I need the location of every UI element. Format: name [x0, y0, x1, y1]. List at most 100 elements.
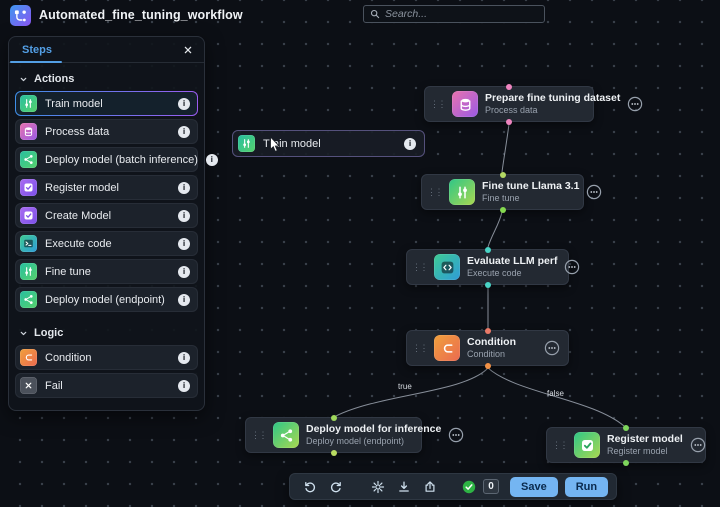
steps-item-fine-tune[interactable]: Fine tunei [15, 259, 198, 284]
node-register-model[interactable]: ⋮⋮ Register modelRegister model [546, 427, 706, 463]
ellipsis-menu-button[interactable] [690, 437, 706, 453]
export-button[interactable] [418, 476, 441, 497]
bottom-toolbar: 0 Save Run [289, 473, 617, 500]
output-handle[interactable] [500, 207, 506, 213]
node-evaluate-llm[interactable]: ⋮⋮Evaluate LLM perfExecute code [406, 249, 569, 285]
check-square-icon [574, 432, 600, 458]
download-icon [397, 480, 411, 494]
input-handle[interactable] [623, 425, 629, 431]
branch-icon [20, 349, 37, 366]
node-title: Fine tune Llama 3.1 [482, 180, 579, 194]
output-handle[interactable] [623, 460, 629, 466]
redo-button[interactable] [324, 476, 347, 497]
input-handle[interactable] [500, 172, 506, 178]
drag-handle-icon[interactable]: ⋮⋮ [430, 100, 445, 109]
steps-item-fail[interactable]: Faili [15, 373, 198, 398]
sliders-icon [449, 179, 475, 205]
save-button[interactable]: Save [510, 477, 558, 497]
check-square-icon [20, 179, 37, 196]
close-icon[interactable] [181, 43, 195, 57]
title-bar: Automated_fine_tuning_workflow [0, 0, 243, 30]
drag-handle-icon[interactable]: ⋮⋮ [251, 431, 266, 440]
info-icon[interactable]: i [178, 98, 190, 110]
item-label: Train model [45, 98, 103, 110]
steps-item-deploy-model-batch-inference[interactable]: Deploy model (batch inference)i [15, 147, 198, 172]
chevron-down-icon [19, 329, 28, 338]
input-handle[interactable] [485, 328, 491, 334]
section-logic[interactable]: Logic [19, 327, 194, 339]
steps-item-create-model[interactable]: Create Modeli [15, 203, 198, 228]
tab-steps[interactable]: Steps [9, 44, 52, 56]
sliders-icon [20, 95, 37, 112]
page-title: Automated_fine_tuning_workflow [39, 8, 243, 22]
export-icon [423, 480, 437, 494]
workflow-app-icon [10, 5, 31, 26]
node-subtitle: Register model [607, 446, 683, 457]
section-label: Logic [34, 327, 63, 339]
output-handle[interactable] [506, 119, 512, 125]
node-prepare-dataset[interactable]: ⋮⋮Prepare fine tuning datasetProcess dat… [424, 86, 594, 122]
ellipsis-menu-button[interactable] [627, 96, 643, 112]
run-button[interactable]: Run [565, 477, 608, 497]
drag-handle-icon[interactable]: ⋮⋮ [412, 263, 427, 272]
info-icon[interactable]: i [206, 154, 218, 166]
node-subtitle: Execute code [467, 268, 557, 279]
info-icon[interactable]: i [178, 182, 190, 194]
edge-label-true: true [398, 382, 412, 391]
node-title: Register model [607, 433, 683, 447]
info-icon[interactable]: i [178, 210, 190, 222]
edge-finetune-to-evaluate [488, 212, 502, 247]
steps-sections: ActionsTrain modeliProcess dataiDeploy m… [9, 73, 204, 398]
section-actions[interactable]: Actions [19, 73, 194, 85]
chevron-down-icon [19, 75, 28, 84]
info-icon[interactable]: i [178, 126, 190, 138]
info-icon[interactable]: i [178, 266, 190, 278]
search-icon [370, 9, 380, 19]
input-handle[interactable] [506, 84, 512, 90]
node-subtitle: Process data [485, 105, 620, 116]
share-icon [273, 422, 299, 448]
info-icon[interactable]: i [178, 294, 190, 306]
edge-condition-to-deploy [336, 368, 488, 416]
drag-handle-icon[interactable]: ⋮⋮ [552, 441, 567, 450]
steps-item-deploy-model-endpoint[interactable]: Deploy model (endpoint)i [15, 287, 198, 312]
sliders-icon [20, 263, 37, 280]
settings-button[interactable] [366, 476, 389, 497]
input-handle[interactable] [331, 415, 337, 421]
undo-icon [303, 480, 317, 494]
drag-handle-icon[interactable]: ⋮⋮ [412, 344, 427, 353]
info-icon[interactable]: i [178, 352, 190, 364]
steps-item-condition[interactable]: Conditioni [15, 345, 198, 370]
item-label: Deploy model (batch inference) [45, 154, 198, 166]
ellipsis-menu-button[interactable] [564, 259, 580, 275]
edge-label-false: false [547, 389, 564, 398]
output-handle[interactable] [331, 450, 337, 456]
node-fine-tune-llama[interactable]: ⋮⋮Fine tune Llama 3.1Fine tune [421, 174, 584, 210]
input-handle[interactable] [485, 247, 491, 253]
steps-item-process-data[interactable]: Process datai [15, 119, 198, 144]
drag-handle-icon[interactable]: ⋮⋮ [427, 188, 442, 197]
node-deploy-inference[interactable]: ⋮⋮Deploy model for inferenceDeploy model… [245, 417, 422, 453]
info-icon[interactable]: i [404, 138, 416, 150]
tab-indicator [10, 61, 62, 63]
output-handle[interactable] [485, 282, 491, 288]
node-subtitle: Condition [467, 349, 516, 360]
steps-item-train-model[interactable]: Train model i [15, 91, 198, 116]
undo-button[interactable] [298, 476, 321, 497]
drag-ghost-train-model[interactable]: Train model i [232, 130, 425, 157]
code-icon [434, 254, 460, 280]
validation-count-badge[interactable]: 0 [483, 479, 499, 494]
info-icon[interactable]: i [178, 238, 190, 250]
download-button[interactable] [392, 476, 415, 497]
info-icon[interactable]: i [178, 380, 190, 392]
steps-panel: Steps ActionsTrain modeliProcess dataiDe… [8, 36, 205, 411]
search-input[interactable] [385, 8, 538, 20]
node-condition[interactable]: ⋮⋮ConditionCondition [406, 330, 569, 366]
output-handle[interactable] [485, 363, 491, 369]
ellipsis-menu-button[interactable] [448, 427, 464, 443]
ellipsis-menu-button[interactable] [586, 184, 602, 200]
section-label: Actions [34, 73, 74, 85]
ellipsis-menu-button[interactable] [544, 340, 560, 356]
steps-item-execute-code[interactable]: Execute codei [15, 231, 198, 256]
steps-item-register-model[interactable]: Register modeli [15, 175, 198, 200]
